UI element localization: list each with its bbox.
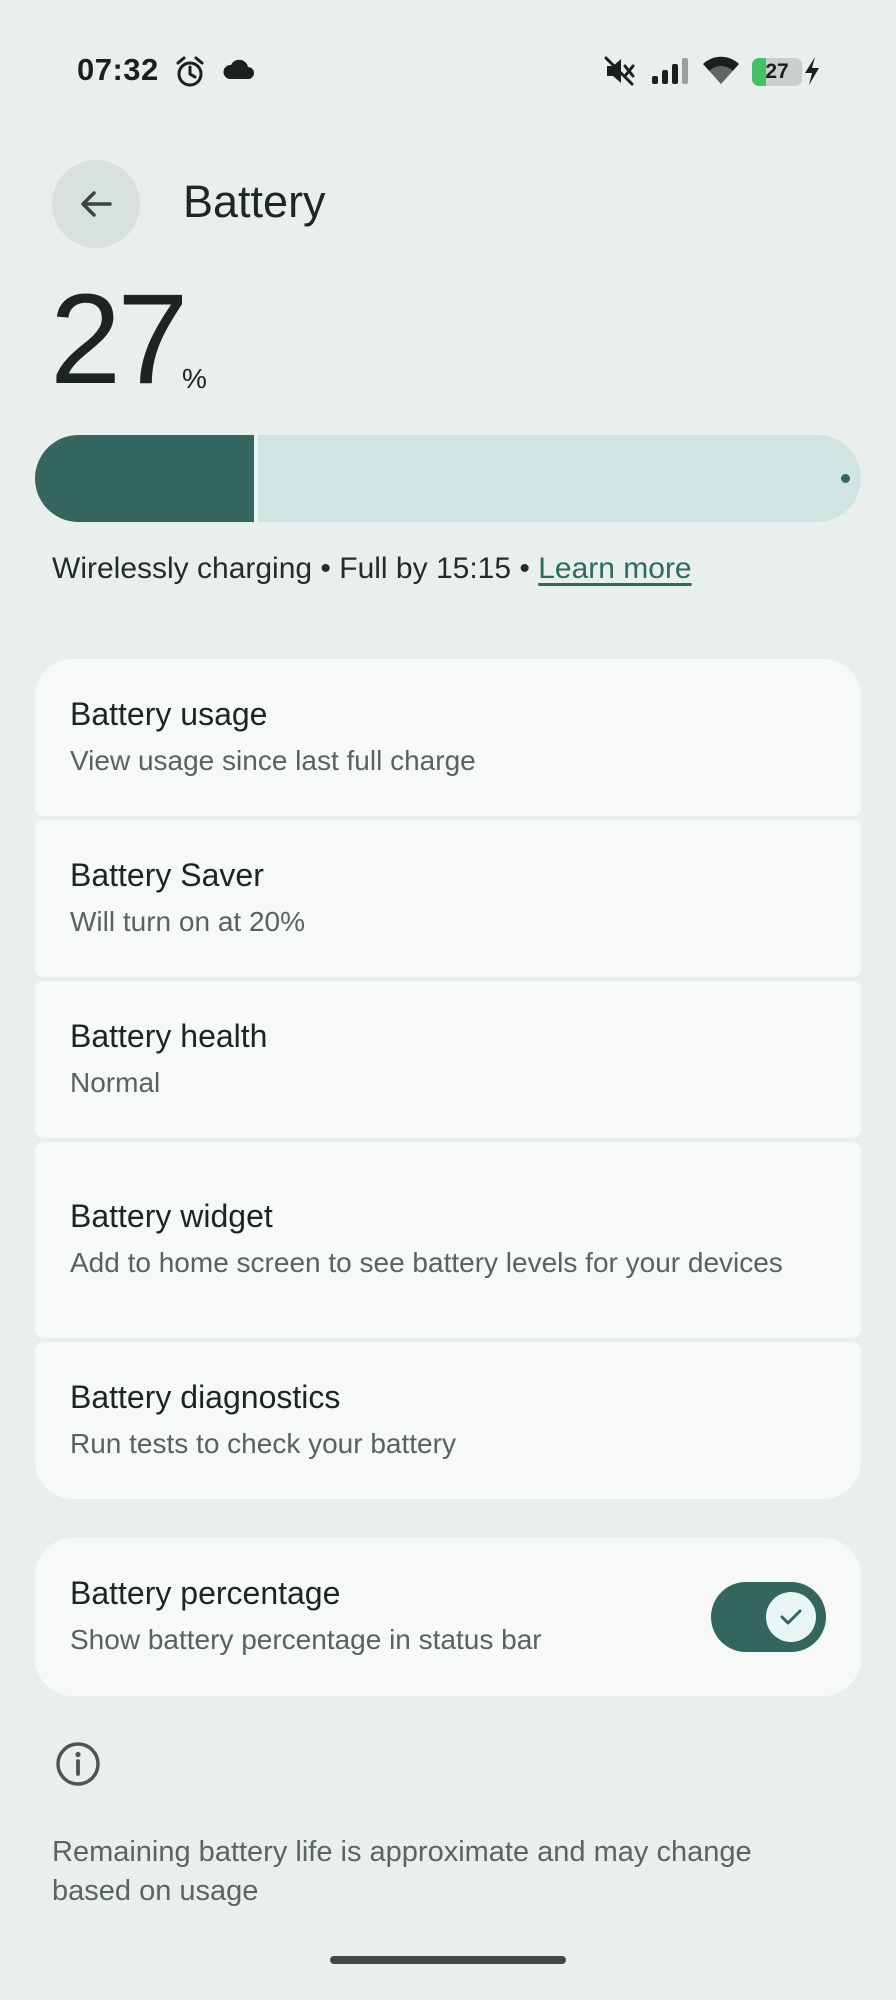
status-battery-level: 27 bbox=[765, 60, 789, 83]
check-icon bbox=[780, 1609, 802, 1625]
item-title: Battery health bbox=[70, 1017, 268, 1054]
learn-more-link[interactable]: Learn more bbox=[538, 552, 691, 585]
meter-end-dot bbox=[841, 474, 850, 483]
item-title: Battery percentage bbox=[70, 1575, 341, 1611]
page-title: Battery bbox=[183, 176, 326, 227]
battery-percentage-group: Battery percentage Show battery percenta… bbox=[35, 1538, 861, 1696]
battery-health-item[interactable]: Battery health Normal bbox=[35, 981, 861, 1138]
item-title: Battery widget bbox=[70, 1198, 273, 1234]
battery-settings-screen: 07:32 27 Battery 27 % Wirelessly chargin… bbox=[0, 0, 896, 2000]
arrow-back-icon bbox=[81, 191, 112, 217]
item-title: Battery diagnostics bbox=[70, 1378, 341, 1415]
item-subtitle: View usage since last full charge bbox=[70, 744, 476, 776]
battery-widget-item[interactable]: Battery widget Add to home screen to see… bbox=[35, 1142, 861, 1338]
charging-status-text: Wirelessly charging • Full by 15:15 • bbox=[52, 552, 539, 585]
battery-settings-list: Battery usage View usage since last full… bbox=[35, 659, 861, 1499]
back-button[interactable] bbox=[52, 160, 140, 248]
footer-note: Remaining battery life is approximate an… bbox=[52, 1836, 752, 1907]
alarm-icon bbox=[176, 56, 204, 87]
charging-bolt-icon bbox=[805, 57, 819, 85]
meter-fill bbox=[35, 435, 259, 522]
item-subtitle: Show battery percentage in status bar bbox=[70, 1624, 542, 1655]
battery-level-meter bbox=[35, 435, 861, 522]
wifi-icon bbox=[703, 56, 739, 84]
item-subtitle: Normal bbox=[70, 1066, 161, 1098]
battery-usage-item[interactable]: Battery usage View usage since last full… bbox=[35, 659, 861, 816]
charging-status: Wirelessly charging • Full by 15:15 • Le… bbox=[52, 552, 692, 586]
battery-percentage-toggle[interactable] bbox=[711, 1582, 826, 1652]
status-time: 07:32 bbox=[77, 52, 159, 87]
battery-level-number: 27 bbox=[50, 268, 188, 411]
home-indicator[interactable] bbox=[330, 1956, 566, 1964]
cloud-icon bbox=[223, 59, 254, 79]
item-subtitle: Add to home screen to see battery levels… bbox=[70, 1247, 783, 1278]
info-icon bbox=[56, 1742, 100, 1786]
mute-icon bbox=[604, 56, 635, 86]
signal-icon bbox=[652, 58, 688, 84]
toggle-knob bbox=[766, 1592, 816, 1642]
battery-percentage-text: Battery percentage Show battery percenta… bbox=[70, 1575, 542, 1659]
item-title: Battery Saver bbox=[70, 856, 264, 893]
battery-saver-item[interactable]: Battery Saver Will turn on at 20% bbox=[35, 820, 861, 977]
item-subtitle: Will turn on at 20% bbox=[70, 905, 305, 937]
status-bar: 07:32 27 bbox=[0, 44, 896, 100]
item-subtitle: Run tests to check your battery bbox=[70, 1427, 456, 1459]
battery-icon: 27 bbox=[752, 58, 802, 86]
battery-percentage-item[interactable]: Battery percentage Show battery percenta… bbox=[35, 1538, 861, 1696]
item-title: Battery usage bbox=[70, 695, 268, 732]
battery-level-unit: % bbox=[182, 363, 207, 394]
meter-track bbox=[35, 435, 861, 522]
battery-diagnostics-item[interactable]: Battery diagnostics Run tests to check y… bbox=[35, 1342, 861, 1499]
